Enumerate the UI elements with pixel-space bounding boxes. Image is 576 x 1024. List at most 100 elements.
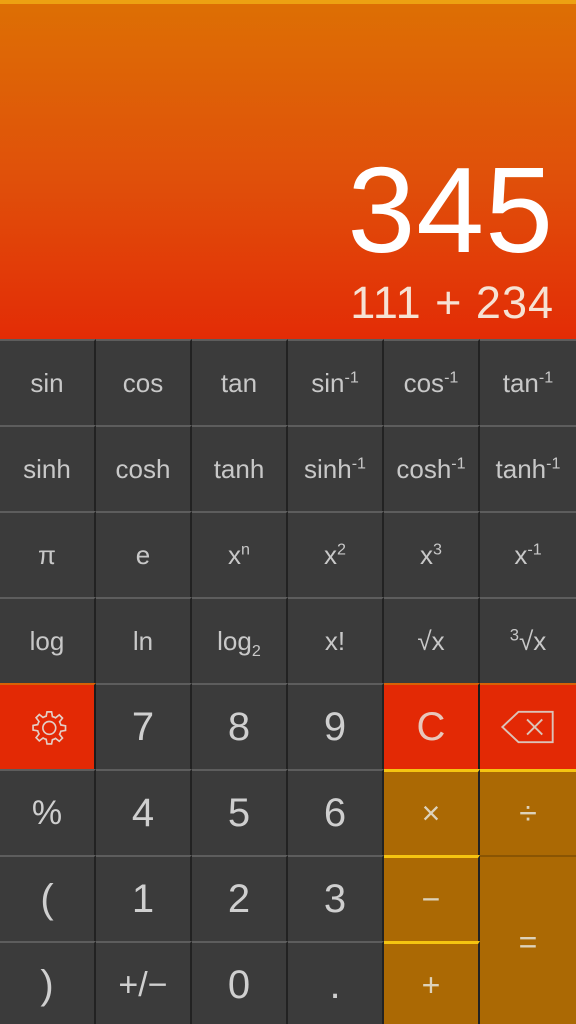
subtract-button[interactable]: − bbox=[384, 855, 480, 941]
close-paren-button[interactable]: ) bbox=[0, 941, 96, 1024]
divide-button-label: ÷ bbox=[519, 795, 537, 831]
ln-button[interactable]: ln bbox=[96, 597, 192, 683]
cos-button[interactable]: cos bbox=[96, 339, 192, 425]
atanh-button-label: tanh-1 bbox=[495, 453, 561, 484]
digit-2-button[interactable]: 2 bbox=[192, 855, 288, 941]
cosh-button-label: cosh bbox=[115, 453, 171, 484]
digit-6-button[interactable]: 6 bbox=[288, 769, 384, 855]
plus-minus-button[interactable]: +/− bbox=[96, 941, 192, 1024]
sin-button-label: sin bbox=[30, 367, 64, 398]
display-expression: 111 + 234 bbox=[350, 277, 554, 328]
gear-icon bbox=[25, 705, 69, 749]
digit-9-button-label: 9 bbox=[323, 704, 347, 749]
tan-button-label: tan bbox=[220, 367, 258, 398]
equals-button[interactable]: = bbox=[480, 855, 576, 1024]
clear-button[interactable]: C bbox=[384, 683, 480, 769]
atan-button-label: tan-1 bbox=[502, 367, 554, 398]
asin-button-label: sin-1 bbox=[311, 367, 359, 398]
log-button[interactable]: log bbox=[0, 597, 96, 683]
sqrt-button-label: √x bbox=[417, 625, 445, 656]
display-result: 345 bbox=[347, 142, 554, 278]
euler-button-label: e bbox=[135, 539, 151, 570]
plus-minus-button-label: +/− bbox=[118, 965, 168, 1004]
sin-button[interactable]: sin bbox=[0, 339, 96, 425]
log-button-label: log bbox=[29, 625, 65, 656]
pi-button[interactable]: π bbox=[0, 511, 96, 597]
x-pow-n-button-label: xn bbox=[228, 539, 250, 570]
log2-button-label: log2 bbox=[217, 625, 261, 660]
backspace-button[interactable] bbox=[480, 683, 576, 769]
display-content: 345 111 + 234 bbox=[347, 147, 554, 329]
cos-button-label: cos bbox=[122, 367, 164, 398]
x-squared-button[interactable]: x2 bbox=[288, 511, 384, 597]
digit-3-button[interactable]: 3 bbox=[288, 855, 384, 941]
atanh-button[interactable]: tanh-1 bbox=[480, 425, 576, 511]
multiply-button-label: × bbox=[421, 795, 441, 831]
percent-button-label: % bbox=[31, 793, 63, 832]
x-cubed-button[interactable]: x3 bbox=[384, 511, 480, 597]
open-paren-button-label: ( bbox=[40, 876, 54, 921]
subtract-button-label: − bbox=[421, 881, 441, 917]
euler-button[interactable]: e bbox=[96, 511, 192, 597]
backspace-icon bbox=[499, 708, 557, 746]
tan-button[interactable]: tan bbox=[192, 339, 288, 425]
digit-1-button-label: 1 bbox=[131, 876, 155, 921]
open-paren-button[interactable]: ( bbox=[0, 855, 96, 941]
tanh-button-label: tanh bbox=[213, 453, 265, 484]
calculator-app: 345 111 + 234 sin cos tan sin-1 cos-1 tan-1 si… bbox=[0, 0, 576, 1024]
digit-4-button[interactable]: 4 bbox=[96, 769, 192, 855]
calculator-display: 345 111 + 234 bbox=[0, 4, 576, 339]
digit-0-button-label: 0 bbox=[227, 962, 251, 1007]
asin-button[interactable]: sin-1 bbox=[288, 339, 384, 425]
acos-button[interactable]: cos-1 bbox=[384, 339, 480, 425]
add-button-label: + bbox=[421, 967, 441, 1003]
ln-button-label: ln bbox=[132, 625, 154, 656]
clear-button-label: C bbox=[416, 704, 446, 749]
factorial-button-label: x! bbox=[324, 625, 346, 656]
decimal-point-button[interactable]: . bbox=[288, 941, 384, 1024]
acosh-button-label: cosh-1 bbox=[396, 453, 466, 484]
digit-2-button-label: 2 bbox=[227, 876, 251, 921]
digit-5-button[interactable]: 5 bbox=[192, 769, 288, 855]
factorial-button[interactable]: x! bbox=[288, 597, 384, 683]
digit-1-button[interactable]: 1 bbox=[96, 855, 192, 941]
settings-button[interactable] bbox=[0, 683, 96, 769]
cbrt-button[interactable]: 3√x bbox=[480, 597, 576, 683]
percent-button[interactable]: % bbox=[0, 769, 96, 855]
digit-4-button-label: 4 bbox=[131, 790, 155, 835]
cbrt-button-label: 3√x bbox=[509, 624, 547, 656]
digit-3-button-label: 3 bbox=[323, 876, 347, 921]
acos-button-label: cos-1 bbox=[403, 367, 459, 398]
sqrt-button[interactable]: √x bbox=[384, 597, 480, 683]
calculator-keypad: sin cos tan sin-1 cos-1 tan-1 sinh cosh tanh sinh… bbox=[0, 339, 576, 1024]
acosh-button[interactable]: cosh-1 bbox=[384, 425, 480, 511]
digit-8-button-label: 8 bbox=[227, 704, 251, 749]
digit-0-button[interactable]: 0 bbox=[192, 941, 288, 1024]
cosh-button[interactable]: cosh bbox=[96, 425, 192, 511]
multiply-button[interactable]: × bbox=[384, 769, 480, 855]
digit-5-button-label: 5 bbox=[227, 790, 251, 835]
decimal-point-button-label: . bbox=[329, 962, 341, 1007]
digit-9-button[interactable]: 9 bbox=[288, 683, 384, 769]
divide-button[interactable]: ÷ bbox=[480, 769, 576, 855]
log2-button[interactable]: log2 bbox=[192, 597, 288, 683]
atan-button[interactable]: tan-1 bbox=[480, 339, 576, 425]
sinh-button-label: sinh bbox=[23, 453, 71, 484]
asinh-button-label: sinh-1 bbox=[303, 453, 367, 484]
sinh-button[interactable]: sinh bbox=[0, 425, 96, 511]
x-pow-n-button[interactable]: xn bbox=[192, 511, 288, 597]
digit-7-button[interactable]: 7 bbox=[96, 683, 192, 769]
equals-button-label: = bbox=[518, 923, 538, 960]
tanh-button[interactable]: tanh bbox=[192, 425, 288, 511]
reciprocal-button-label: x-1 bbox=[514, 539, 542, 570]
x-cubed-button-label: x3 bbox=[420, 539, 442, 570]
x-squared-button-label: x2 bbox=[324, 539, 346, 570]
digit-6-button-label: 6 bbox=[323, 790, 347, 835]
pi-button-label: π bbox=[38, 539, 56, 570]
reciprocal-button[interactable]: x-1 bbox=[480, 511, 576, 597]
asinh-button[interactable]: sinh-1 bbox=[288, 425, 384, 511]
close-paren-button-label: ) bbox=[40, 962, 54, 1007]
add-button[interactable]: + bbox=[384, 941, 480, 1024]
digit-8-button[interactable]: 8 bbox=[192, 683, 288, 769]
digit-7-button-label: 7 bbox=[131, 704, 155, 749]
